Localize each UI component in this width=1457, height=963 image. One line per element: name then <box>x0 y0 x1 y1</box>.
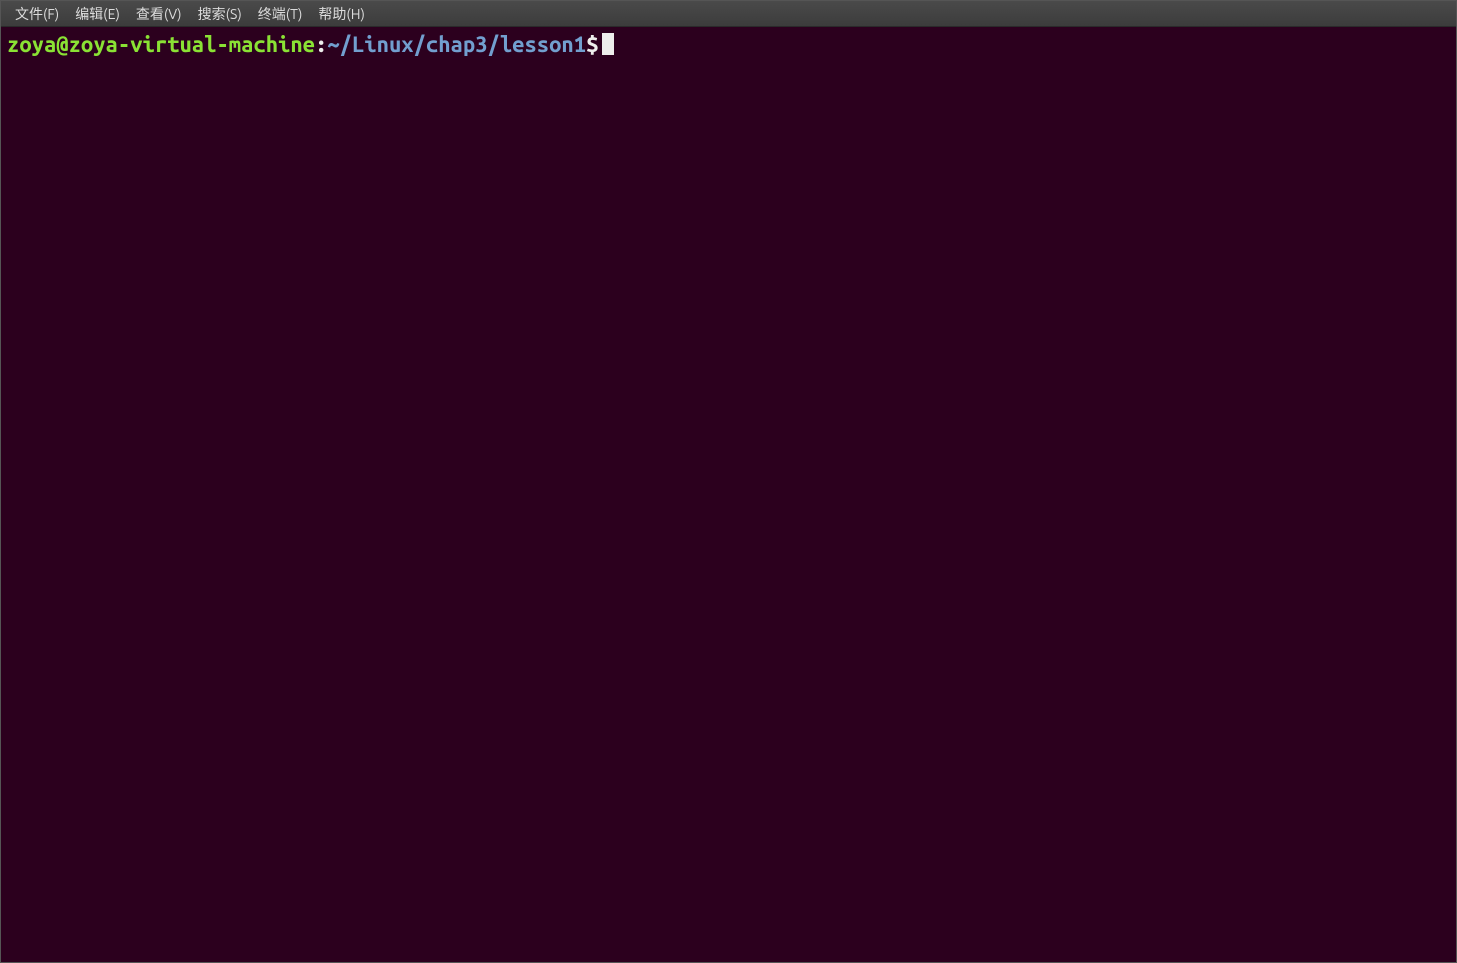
menu-terminal[interactable]: 终端(T) <box>250 1 311 27</box>
menu-edit[interactable]: 编辑(E) <box>67 1 128 27</box>
menu-help[interactable]: 帮助(H) <box>310 1 373 27</box>
prompt-separator: : <box>315 32 327 57</box>
menu-view[interactable]: 查看(V) <box>128 1 190 27</box>
prompt-path: ~/Linux/chap3/lesson1 <box>327 32 586 57</box>
prompt-symbol: $ <box>586 32 598 57</box>
terminal-area[interactable]: zoya@zoya-virtual-machine:~/Linux/chap3/… <box>1 27 1456 63</box>
menu-search[interactable]: 搜索(S) <box>190 1 250 27</box>
menu-file[interactable]: 文件(F) <box>7 1 67 27</box>
menubar: 文件(F) 编辑(E) 查看(V) 搜索(S) 终端(T) 帮助(H) <box>1 1 1456 27</box>
cursor <box>602 33 614 55</box>
prompt-user-host: zoya@zoya-virtual-machine <box>7 32 315 57</box>
